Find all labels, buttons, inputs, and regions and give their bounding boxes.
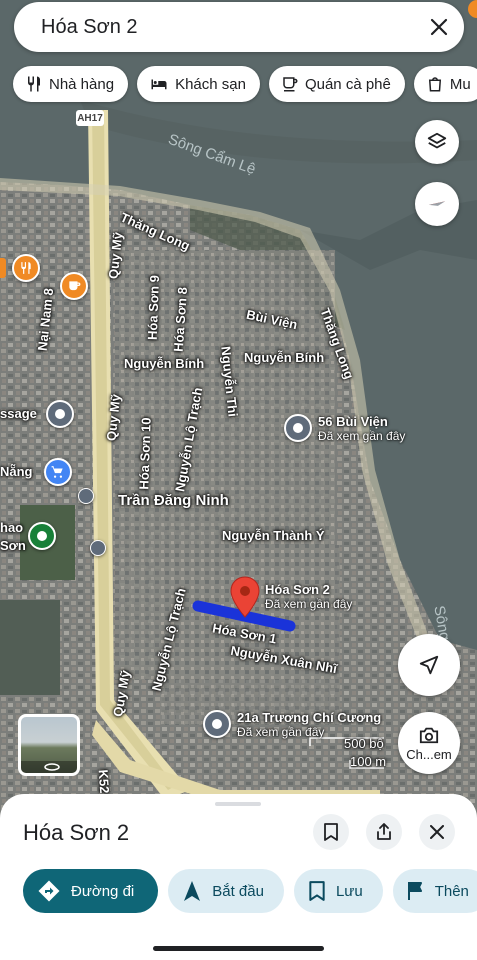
recent-place-icon — [203, 710, 231, 738]
layers-button[interactable] — [415, 120, 459, 164]
lens-label: Ch...em — [406, 746, 452, 762]
action-label: Thên — [434, 882, 469, 900]
street-label: Nguyễn Thành Ý — [222, 528, 325, 543]
shopping-cart-icon[interactable] — [44, 458, 72, 486]
start-button[interactable]: Bắt đầu — [168, 869, 284, 913]
restaurant-edge-icon — [0, 258, 6, 278]
compass-button[interactable] — [415, 182, 459, 226]
recent-place-icon — [284, 414, 312, 442]
chip-coffee[interactable]: Quán cà phê — [268, 66, 405, 102]
directions-icon — [38, 880, 60, 902]
pin-subtitle: Đã xem gần đây — [318, 429, 406, 443]
street-view-thumbnail[interactable] — [18, 714, 80, 776]
lens-button[interactable]: Ch...em — [398, 712, 460, 774]
chip-label: Nhà hàng — [49, 75, 115, 93]
camera-search-icon — [419, 727, 439, 743]
poi-marker[interactable] — [46, 400, 74, 428]
poi-label: ssage — [0, 406, 37, 421]
action-buttons: Đường đi Bắt đầu Lưu Thên — [23, 869, 477, 913]
close-icon — [430, 825, 444, 839]
poi-label: Sơn — [0, 538, 26, 553]
directions-button[interactable]: Đường đi — [23, 869, 159, 913]
chip-label: Khách sạn — [175, 75, 246, 93]
bus-stop-icon[interactable] — [90, 540, 106, 556]
chip-hotels[interactable]: Khách sạn — [137, 66, 260, 102]
restaurant-icon[interactable] — [12, 254, 40, 282]
street-label: Trần Đăng Ninh — [118, 492, 229, 509]
selected-place-pin[interactable] — [230, 576, 260, 623]
close-icon[interactable] — [414, 2, 464, 52]
category-chips: Nhà hàng Khách sạn Quán cà phê Mu — [13, 66, 477, 102]
bus-stop-icon[interactable] — [78, 488, 94, 504]
home-indicator[interactable] — [153, 946, 324, 951]
my-location-icon — [419, 655, 439, 675]
cafe-icon[interactable] — [60, 272, 88, 300]
selected-pin-subtitle: Đã xem gần đây — [265, 597, 353, 611]
pin-title: 56 Bùi Viện — [318, 414, 388, 429]
action-label: Bắt đầu — [212, 882, 264, 900]
park-marker[interactable] — [28, 522, 56, 550]
navigation-icon — [184, 881, 201, 901]
bed-icon — [151, 79, 167, 90]
bookmark-icon — [309, 881, 325, 901]
layers-icon — [427, 132, 447, 149]
place-pin-56-bui-vien[interactable]: 56 Bùi Viện Đã xem gần đây — [284, 414, 405, 443]
save-button[interactable] — [313, 814, 349, 850]
close-button[interactable] — [419, 814, 455, 850]
street-label: K52 — [95, 769, 113, 794]
search-query[interactable]: Hóa Sơn 2 — [14, 16, 414, 39]
bookmark-icon — [324, 823, 338, 841]
action-label: Lưu — [335, 882, 363, 900]
add-label-button[interactable]: Thên — [392, 869, 477, 913]
scale-label-metric: 100 m — [350, 754, 387, 769]
scale-label-imperial: 500 bộ — [344, 736, 384, 751]
street-label: Hóa Sơn 10 — [136, 417, 154, 490]
chip-shopping[interactable]: Mu — [413, 66, 477, 102]
place-title: Hóa Sơn 2 — [23, 820, 130, 845]
highway-shield: AH17 — [76, 110, 104, 126]
chip-label: Quán cà phê — [304, 75, 391, 93]
coffee-icon — [283, 77, 298, 92]
my-location-button[interactable] — [398, 634, 460, 696]
search-bar[interactable]: Hóa Sơn 2 — [14, 2, 464, 52]
save-action-button[interactable]: Lưu — [293, 869, 383, 913]
street-label: Hóa Sơn 9 — [144, 274, 163, 341]
street-label: Nguyễn Bính — [124, 356, 205, 371]
share-icon — [377, 823, 391, 840]
street-label: Nguyễn Bính — [244, 350, 325, 365]
poi-label: hao — [0, 520, 24, 535]
poi-label: Nẵng — [0, 464, 33, 479]
flag-icon — [407, 882, 422, 900]
shopping-bag-icon — [428, 77, 441, 92]
action-label: Đường đi — [71, 882, 135, 900]
fork-knife-icon — [27, 76, 40, 92]
chip-label: Mu — [449, 75, 471, 93]
compass-icon — [428, 201, 446, 206]
selected-pin-title: Hóa Sơn 2 — [265, 582, 330, 597]
pin-title: 21a Trương Chí Cương — [237, 710, 382, 725]
street-view-360-icon — [21, 761, 77, 773]
drag-handle[interactable] — [215, 802, 261, 806]
chip-restaurants[interactable]: Nhà hàng — [13, 66, 129, 102]
place-sheet[interactable]: Hóa Sơn 2 Đường đi Bắt đầu Lưu Thên — [0, 794, 477, 960]
place-pin-21a-truong-chi-cuong[interactable]: 21a Trương Chí Cương Đã xem gần đây — [203, 710, 381, 739]
share-button[interactable] — [366, 814, 402, 850]
red-pin-icon — [230, 576, 260, 618]
